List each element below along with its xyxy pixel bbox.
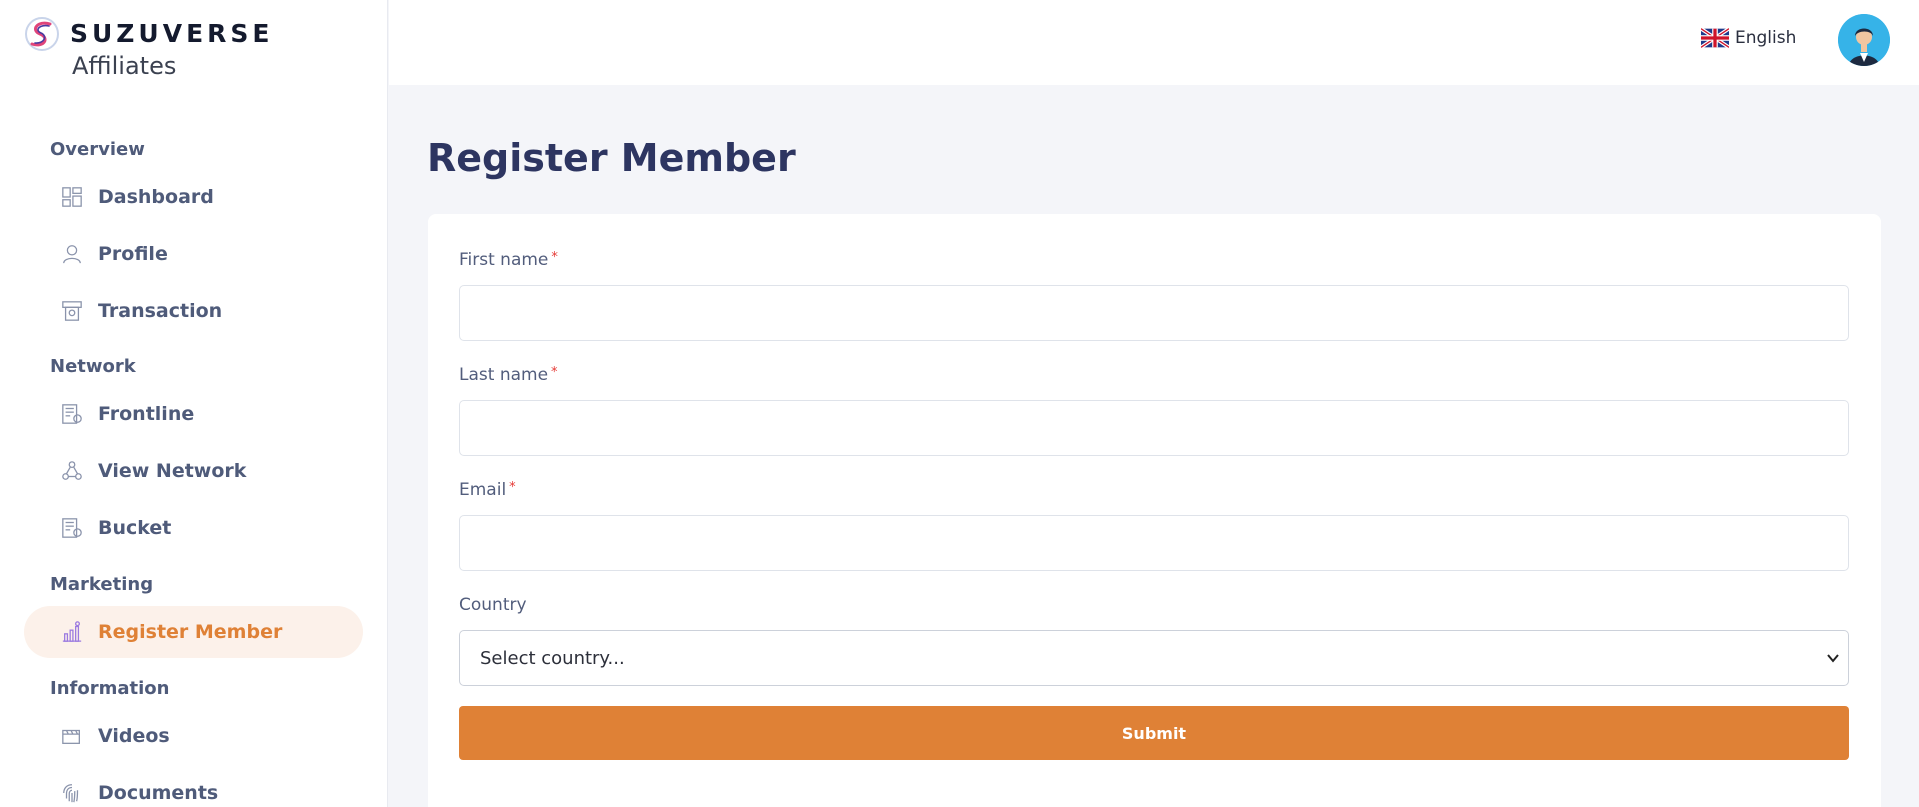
country-select-value: Select country... [480,647,625,669]
section-title-information: Information [50,678,170,699]
topbar: English [389,0,1919,85]
sidebar-item-view-network[interactable]: View Network [24,445,363,497]
fingerprint-icon [60,781,84,805]
videos-icon [60,724,84,748]
first-name-label: First name * [459,250,558,270]
sidebar-item-transaction[interactable]: Transaction [24,285,363,337]
language-label: English [1735,28,1797,48]
required-mark: * [551,250,558,265]
email-input[interactable] [459,515,1849,571]
sidebar-item-label: Frontline [98,403,195,425]
sidebar-item-label: Transaction [98,300,223,322]
sidebar-item-profile[interactable]: Profile [24,228,363,280]
required-mark: * [551,365,558,380]
sidebar-item-dashboard[interactable]: Dashboard [24,171,363,223]
section-title-overview: Overview [50,139,145,160]
sidebar-item-label: Documents [98,782,219,804]
sidebar-item-bucket[interactable]: Bucket [24,502,363,554]
page-title: Register Member [427,136,796,180]
submit-button[interactable]: Submit [459,706,1849,760]
sidebar: SUZUVERSE Affiliates Overview Dashboard … [0,0,388,807]
sidebar-item-label: Bucket [98,517,172,539]
sidebar-item-label: Videos [98,725,170,747]
dashboard-icon [60,185,84,209]
last-name-label-text: Last name [459,365,549,385]
sidebar-item-documents[interactable]: Documents [24,767,363,807]
email-label-text: Email [459,480,507,500]
suzuverse-logo-icon [25,17,59,51]
first-name-input[interactable] [459,285,1849,341]
user-avatar[interactable] [1838,14,1890,66]
country-select[interactable]: Select country... [459,630,1849,686]
sidebar-item-label: Register Member [98,621,283,643]
section-title-marketing: Marketing [50,574,154,595]
required-mark: * [509,480,516,495]
country-label: Country [459,595,527,615]
last-name-input[interactable] [459,400,1849,456]
language-selector[interactable]: English [1701,28,1796,48]
sidebar-item-register-member[interactable]: Register Member [24,606,363,658]
first-name-label-text: First name [459,250,549,270]
sidebar-item-label: Dashboard [98,186,214,208]
brand-subtitle: Affiliates [72,52,177,80]
sidebar-item-label: View Network [98,460,247,482]
register-form-card: First name * Last name * Email * Country Se… [428,214,1881,807]
register-chart-icon [60,620,84,644]
section-title-network: Network [50,356,136,377]
avatar-person-icon [1838,14,1890,66]
email-label: Email * [459,480,516,500]
frontline-icon [60,402,84,426]
sidebar-item-label: Profile [98,243,168,265]
network-icon [60,459,84,483]
chevron-down-icon [1827,654,1839,663]
profile-icon [60,242,84,266]
transaction-icon [60,299,84,323]
last-name-label: Last name * [459,365,558,385]
brand-name: SUZUVERSE [70,19,274,48]
sidebar-item-frontline[interactable]: Frontline [24,388,363,440]
sidebar-item-videos[interactable]: Videos [24,710,363,762]
bucket-icon [60,516,84,540]
uk-flag-icon [1701,28,1729,48]
